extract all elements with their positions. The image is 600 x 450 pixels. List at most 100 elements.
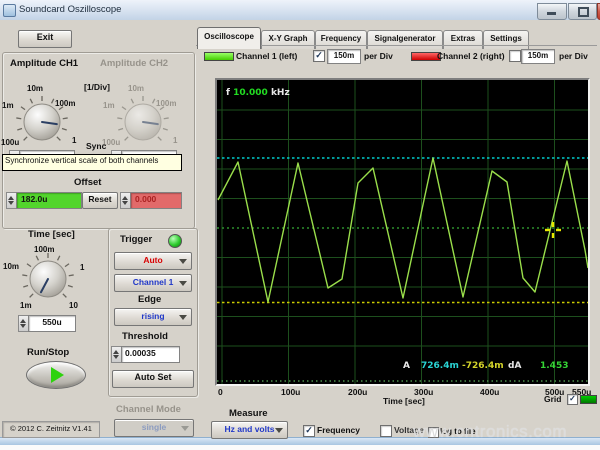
titlebar[interactable]: Soundcard Oszilloscope: [0, 0, 600, 21]
time-title: Time [sec]: [28, 229, 75, 240]
grid-checkbox[interactable]: [567, 394, 578, 405]
minimize-button[interactable]: [537, 3, 567, 20]
grid-lines: [217, 80, 588, 384]
window-title: Soundcard Oszilloscope: [19, 4, 121, 15]
per-div-unit-label: [1/Div]: [84, 82, 110, 92]
spinner-up-icon: [8, 196, 14, 200]
ch2-knob-label-100m: 100m: [156, 99, 176, 108]
trigger-source-dropdown[interactable]: Channel 1: [114, 274, 192, 292]
trigger-title: Trigger: [120, 234, 152, 245]
measure-title: Measure: [229, 408, 268, 419]
frequency-checkbox[interactable]: [303, 425, 315, 437]
play-icon: [51, 367, 64, 383]
time-knob-label-10m: 10m: [3, 262, 19, 271]
x-tick-200u: 200u: [348, 387, 367, 397]
spinner-down-icon: [122, 201, 128, 205]
cursor-da-label: dA: [508, 361, 521, 371]
exit-button[interactable]: Exit: [18, 30, 72, 48]
watermark: www.cntronics.com: [413, 422, 567, 442]
channel2-per-div-label: per Div: [559, 51, 588, 61]
frequency-readout-prefix: f: [226, 88, 230, 98]
trigger-led: [168, 234, 182, 248]
trigger-edge-dropdown[interactable]: rising: [114, 308, 192, 326]
cursor-a-label: A: [403, 361, 410, 371]
ch1-knob-label-1: 1: [72, 136, 76, 145]
amplitude-ch1-title: Amplitude CH1: [10, 58, 78, 69]
time-knob-label-10: 10: [69, 301, 78, 310]
tab-xy-graph[interactable]: X-Y Graph: [261, 30, 315, 49]
x-tick-100u: 100u: [281, 387, 300, 397]
channel1-trace: [218, 158, 588, 302]
ch2-knob-label-10m: 10m: [128, 84, 144, 93]
cursor-a-upper-value: 726.4m: [421, 361, 459, 371]
offset-label: Offset: [74, 177, 101, 188]
run-stop-button[interactable]: [26, 361, 86, 389]
threshold-field[interactable]: 0.00035: [121, 346, 180, 363]
trigger-edge-value: rising: [141, 311, 164, 321]
channel2-checkbox[interactable]: [509, 50, 521, 62]
sync-label: Sync: [86, 141, 106, 151]
spinner-up-icon: [113, 350, 119, 354]
time-value-field[interactable]: 550u: [28, 315, 76, 332]
tab-settings[interactable]: Settings: [483, 30, 529, 49]
spinner-down-icon: [8, 201, 14, 205]
dropdown-arrow-icon: [179, 281, 187, 286]
scope-plot[interactable]: [217, 80, 588, 384]
copyright-label: © 2012 C. Zeitnitz V1.41: [2, 421, 100, 438]
threshold-label: Threshold: [122, 331, 168, 342]
crosshair-cursor-icon[interactable]: [545, 222, 561, 238]
ch1-knob-label-10m: 10m: [27, 84, 43, 93]
channel-mode-dropdown[interactable]: single: [114, 419, 194, 437]
grid-color-swatch: [580, 395, 597, 404]
x-axis-label: Time [sec]: [383, 396, 425, 406]
auto-set-button[interactable]: Auto Set: [112, 370, 194, 388]
channel-mode-value: single: [142, 422, 167, 432]
dropdown-arrow-icon: [179, 315, 187, 320]
trigger-source-value: Channel 1: [133, 277, 174, 287]
frequency-checkbox-label: Frequency: [317, 425, 360, 435]
tab-extras[interactable]: Extras: [443, 30, 483, 49]
grid-label: Grid: [544, 394, 561, 404]
spinner-up-icon: [122, 196, 128, 200]
channel1-scale-field[interactable]: 150m: [327, 49, 361, 64]
sync-tooltip: Synchronize vertical scale of both chann…: [2, 154, 182, 171]
offset-ch2-field[interactable]: 0.000: [130, 192, 182, 209]
frequency-readout-value: 10.000: [233, 88, 268, 98]
amplitude-ch2-title: Amplitude CH2: [100, 58, 168, 69]
trigger-mode-value: Auto: [143, 255, 162, 265]
channel1-checkbox[interactable]: [313, 50, 325, 62]
time-knob[interactable]: [19, 250, 77, 308]
frequency-readout: f 10.000 kHz: [226, 88, 290, 98]
dropdown-arrow-icon: [181, 426, 189, 431]
spinner-down-icon: [20, 324, 26, 328]
x-tick-400u: 400u: [480, 387, 499, 397]
channel2-label: Channel 2 (right): [437, 51, 505, 61]
dropdown-arrow-icon: [275, 428, 283, 433]
maximize-button[interactable]: [568, 3, 597, 20]
minimize-icon: [547, 12, 556, 15]
offset-reset-button[interactable]: Reset: [82, 192, 118, 209]
ch1-knob-label-1m: 1m: [2, 101, 14, 110]
x-tick-0: 0: [218, 387, 223, 397]
offset-ch1-field[interactable]: 182.0u: [16, 192, 82, 209]
spinner-up-icon: [20, 319, 26, 323]
tab-oscilloscope[interactable]: Oscilloscope: [197, 27, 261, 49]
ch1-knob-label-100m: 100m: [55, 99, 75, 108]
trigger-mode-dropdown[interactable]: Auto: [114, 252, 192, 270]
ch2-knob-label-1: 1: [173, 136, 177, 145]
measure-selector-value: Hz and volts: [224, 424, 274, 434]
run-stop-label: Run/Stop: [27, 347, 69, 358]
maximize-icon: [578, 7, 589, 17]
time-knob-label-1m: 1m: [20, 301, 32, 310]
measure-selector-dropdown[interactable]: Hz and volts: [211, 421, 288, 439]
voltage-checkbox[interactable]: [380, 425, 392, 437]
tab-frequency[interactable]: Frequency: [315, 30, 367, 49]
dropdown-arrow-icon: [179, 259, 187, 264]
ch1-knob-label-100u: 100u: [1, 138, 19, 147]
channel2-scale-field[interactable]: 150m: [521, 49, 555, 64]
channel1-label: Channel 1 (left): [236, 51, 297, 61]
tab-signalgenerator[interactable]: Signalgenerator: [367, 30, 443, 49]
time-knob-label-1: 1: [80, 263, 84, 272]
ch2-knob-label-1m: 1m: [103, 101, 115, 110]
scope-display[interactable]: [215, 78, 590, 386]
